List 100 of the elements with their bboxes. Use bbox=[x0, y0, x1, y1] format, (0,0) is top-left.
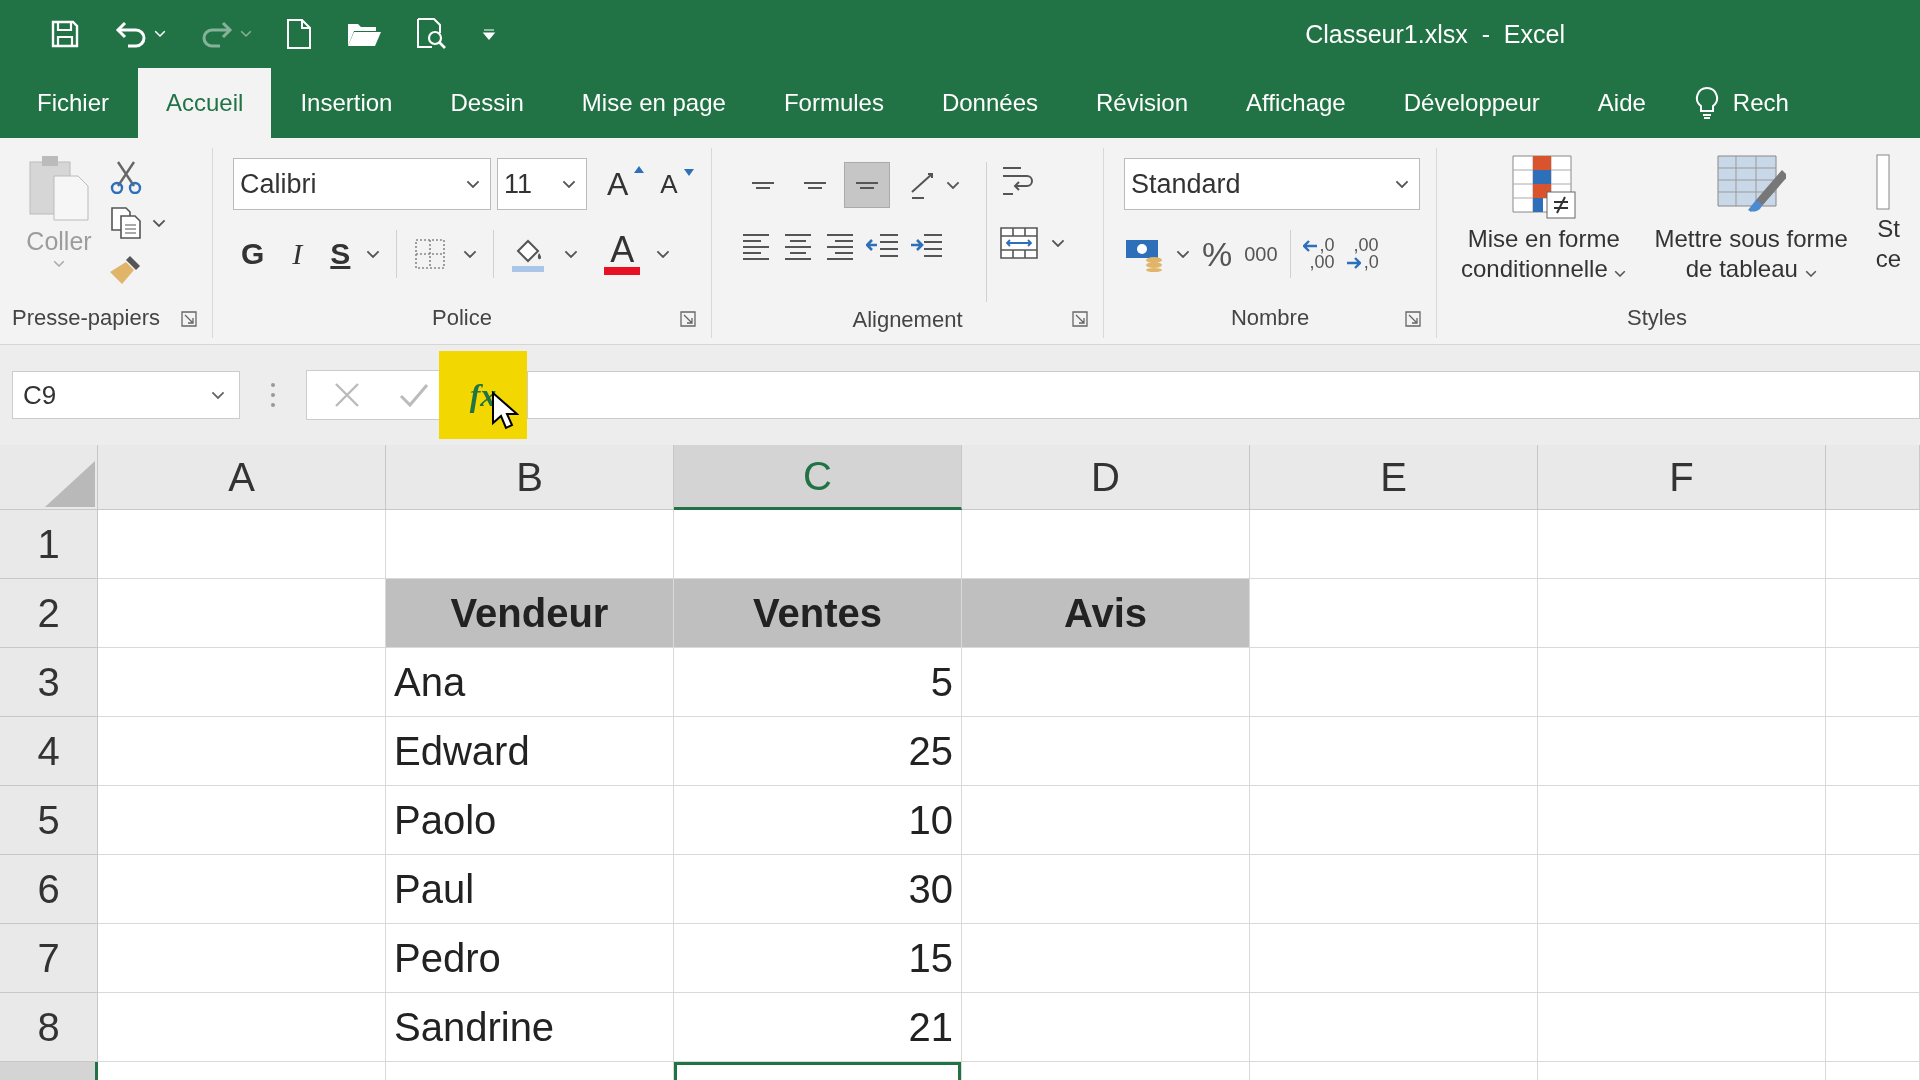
caret-icon[interactable] bbox=[1614, 269, 1627, 277]
empty-cell[interactable] bbox=[1250, 993, 1538, 1062]
font-name-dropdown[interactable]: Calibri bbox=[233, 158, 491, 210]
number-format-dropdown[interactable]: Standard bbox=[1124, 158, 1420, 210]
font-color-button[interactable]: A bbox=[604, 233, 641, 275]
empty-cell[interactable] bbox=[1826, 786, 1920, 855]
caret-icon[interactable] bbox=[1395, 179, 1409, 189]
caret-icon[interactable] bbox=[564, 249, 579, 259]
empty-cell[interactable] bbox=[1826, 579, 1920, 648]
column-header[interactable]: C bbox=[674, 445, 962, 510]
empty-cell[interactable] bbox=[1250, 717, 1538, 786]
caret-icon[interactable] bbox=[152, 218, 166, 228]
drag-handle-icon[interactable] bbox=[270, 382, 276, 408]
caret-icon[interactable] bbox=[366, 249, 381, 259]
launcher-icon[interactable] bbox=[1404, 310, 1422, 328]
new-document-icon[interactable] bbox=[286, 18, 312, 50]
ribbon-tab[interactable]: Insertion bbox=[271, 68, 422, 138]
ribbon-tab[interactable]: Dessin bbox=[421, 68, 553, 138]
underline-button[interactable]: S bbox=[330, 237, 351, 271]
row-header[interactable]: 8 bbox=[0, 993, 98, 1062]
ribbon-tab[interactable]: Aide bbox=[1568, 68, 1675, 138]
merge-cells-icon[interactable] bbox=[999, 226, 1039, 260]
empty-cell[interactable] bbox=[1826, 510, 1920, 579]
caret-icon[interactable] bbox=[656, 249, 671, 259]
row-header[interactable]: 1 bbox=[0, 510, 98, 579]
empty-cell[interactable] bbox=[1250, 855, 1538, 924]
row-header[interactable]: 6 bbox=[0, 855, 98, 924]
save-icon[interactable] bbox=[50, 19, 80, 49]
styles-button[interactable]: Mettre sous forme de tableau bbox=[1654, 154, 1848, 284]
column-header[interactable] bbox=[1826, 445, 1920, 510]
redo-icon[interactable] bbox=[200, 20, 234, 48]
column-header[interactable]: E bbox=[1250, 445, 1538, 510]
customize-icon[interactable] bbox=[482, 27, 496, 41]
enter-icon[interactable] bbox=[399, 382, 429, 408]
column-header[interactable]: F bbox=[1538, 445, 1826, 510]
ribbon-tab[interactable]: Fichier bbox=[8, 68, 138, 138]
styles-button[interactable]: St ce bbox=[1875, 154, 1902, 274]
caret-icon[interactable] bbox=[946, 180, 960, 190]
empty-cell[interactable] bbox=[1250, 786, 1538, 855]
caret-icon[interactable] bbox=[562, 179, 576, 189]
empty-cell[interactable] bbox=[1826, 717, 1920, 786]
launcher-icon[interactable] bbox=[1071, 310, 1089, 328]
row-header[interactable]: 5 bbox=[0, 786, 98, 855]
caret-icon[interactable] bbox=[211, 390, 225, 400]
empty-cell[interactable] bbox=[1538, 993, 1826, 1062]
caret-icon[interactable] bbox=[1804, 269, 1817, 277]
bold-button[interactable]: G bbox=[241, 237, 265, 271]
ribbon-tab[interactable]: Affichage bbox=[1217, 68, 1375, 138]
percent-button[interactable]: % bbox=[1202, 234, 1233, 274]
name-box[interactable]: C9 bbox=[12, 371, 240, 419]
decrease-decimal-button[interactable]: ,00 ,0 bbox=[1346, 237, 1379, 271]
launcher-icon[interactable] bbox=[679, 310, 697, 328]
ribbon-tab[interactable]: Données bbox=[912, 68, 1067, 138]
caret-icon[interactable] bbox=[1051, 238, 1065, 248]
vertical-align-button[interactable] bbox=[844, 162, 890, 208]
empty-cell[interactable] bbox=[962, 855, 1250, 924]
print-preview-icon[interactable] bbox=[416, 17, 448, 51]
caret-icon[interactable] bbox=[1176, 249, 1190, 259]
column-header[interactable]: D bbox=[962, 445, 1250, 510]
ribbon-tab[interactable]: Formules bbox=[754, 68, 913, 138]
caret-icon[interactable] bbox=[466, 179, 480, 189]
grow-font-button[interactable]: A bbox=[607, 165, 645, 203]
column-header[interactable]: B bbox=[386, 445, 674, 510]
undo-icon[interactable] bbox=[114, 20, 148, 48]
launcher-icon[interactable] bbox=[180, 310, 198, 328]
ribbon-tab[interactable]: Mise en page bbox=[552, 68, 755, 138]
tell-me-field[interactable]: Rech bbox=[1732, 89, 1789, 117]
column-header[interactable]: A bbox=[98, 445, 386, 510]
scissors-icon[interactable] bbox=[110, 160, 142, 194]
row-header[interactable]: 4 bbox=[0, 717, 98, 786]
empty-cell[interactable] bbox=[1826, 924, 1920, 993]
cancel-icon[interactable] bbox=[333, 381, 361, 409]
thousands-button[interactable]: 000 bbox=[1244, 242, 1278, 266]
empty-cell[interactable] bbox=[1250, 924, 1538, 993]
empty-cell[interactable] bbox=[1538, 579, 1826, 648]
empty-cell[interactable] bbox=[962, 993, 1250, 1062]
empty-cell[interactable] bbox=[962, 648, 1250, 717]
empty-cell[interactable] bbox=[1538, 786, 1826, 855]
font-size-dropdown[interactable]: 11 bbox=[497, 158, 587, 210]
empty-cell[interactable] bbox=[1826, 648, 1920, 717]
empty-cell[interactable] bbox=[962, 717, 1250, 786]
caret-icon[interactable] bbox=[463, 249, 478, 259]
empty-cell[interactable] bbox=[1538, 924, 1826, 993]
borders-icon[interactable] bbox=[413, 237, 448, 271]
increase-decimal-button[interactable]: ,0 ,00 bbox=[1302, 237, 1335, 271]
empty-cell[interactable] bbox=[962, 786, 1250, 855]
ribbon-tab[interactable]: Révision bbox=[1067, 68, 1218, 138]
empty-cell[interactable] bbox=[962, 924, 1250, 993]
empty-cell[interactable] bbox=[1826, 855, 1920, 924]
lightbulb-icon[interactable] bbox=[1694, 86, 1719, 120]
formula-input[interactable] bbox=[527, 371, 1920, 419]
styles-button[interactable]: Mise en forme conditionnelle bbox=[1461, 154, 1627, 284]
empty-cell[interactable] bbox=[1250, 648, 1538, 717]
row-header[interactable]: 7 bbox=[0, 924, 98, 993]
row-header[interactable]: 2 bbox=[0, 579, 98, 648]
copy-icon[interactable] bbox=[110, 206, 142, 240]
empty-cell[interactable] bbox=[1538, 648, 1826, 717]
empty-cell[interactable] bbox=[1538, 510, 1826, 579]
ribbon-tab[interactable]: Développeur bbox=[1374, 68, 1569, 138]
empty-cell[interactable] bbox=[1826, 993, 1920, 1062]
